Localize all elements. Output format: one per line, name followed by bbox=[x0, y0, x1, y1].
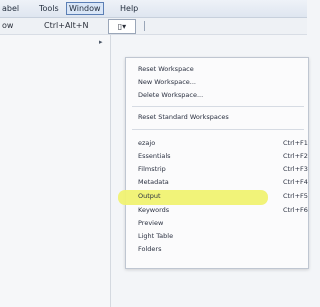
menu-item-label: Light Table bbox=[138, 232, 174, 240]
menu-item-shortcut: Ctrl+F3 bbox=[283, 165, 308, 173]
menu-item-label: Essentials bbox=[138, 152, 171, 160]
menu-item-reset-standard-workspaces[interactable]: Reset Standard Workspaces bbox=[126, 112, 308, 125]
menu-label[interactable]: abel bbox=[0, 3, 21, 14]
menu-item-output[interactable]: Output Ctrl+F5 bbox=[118, 190, 308, 205]
menu-item-label: Metadata bbox=[138, 178, 169, 186]
toolbar: ow Ctrl+Alt+N bbox=[0, 18, 307, 35]
menu-item-shortcut: Ctrl+F1 bbox=[283, 139, 308, 147]
menu-item-label: Keywords bbox=[138, 206, 170, 214]
menu-item-label: Delete Workspace... bbox=[138, 91, 204, 99]
menu-item-light-table[interactable]: Light Table bbox=[126, 231, 308, 244]
menu-item-essentials[interactable]: Essentials Ctrl+F2 bbox=[126, 151, 308, 164]
menu-separator bbox=[132, 106, 304, 107]
menu-item-label: New Workspace... bbox=[138, 78, 196, 86]
menu-item-shortcut: Ctrl+F6 bbox=[283, 206, 308, 214]
menu-help[interactable]: Help bbox=[118, 3, 140, 14]
menu-item-label: Preview bbox=[138, 219, 164, 227]
menu-item-preview[interactable]: Preview bbox=[126, 218, 308, 231]
menu-item-shortcut: Ctrl+F5 bbox=[283, 192, 308, 200]
menu-item-reset-workspace[interactable]: Reset Workspace bbox=[126, 64, 308, 77]
menu-item-label: Reset Workspace bbox=[138, 65, 194, 73]
window-menu-dropdown: Reset Workspace New Workspace... Delete … bbox=[118, 57, 309, 269]
menu-item-delete-workspace[interactable]: Delete Workspace... bbox=[126, 90, 308, 103]
toolbar-shortcut-text: Ctrl+Alt+N bbox=[44, 21, 89, 30]
menu-item-label: Output bbox=[138, 192, 161, 200]
menu-item-keywords[interactable]: Keywords Ctrl+F6 bbox=[126, 205, 308, 218]
menu-item-label: Reset Standard Workspaces bbox=[138, 113, 229, 121]
menu-item-shortcut: Ctrl+F2 bbox=[283, 152, 308, 160]
menu-bar: abel Tools Window Help bbox=[0, 0, 307, 18]
toolbar-divider bbox=[144, 21, 145, 31]
menu-window[interactable]: Window bbox=[66, 2, 104, 15]
menu-item-label: ezajo bbox=[138, 139, 156, 147]
menu-tools[interactable]: Tools bbox=[37, 3, 61, 14]
menu-separator bbox=[132, 129, 304, 130]
menu-item-filmstrip[interactable]: Filmstrip Ctrl+F3 bbox=[126, 164, 308, 177]
menu-item-folders[interactable]: Folders bbox=[126, 244, 308, 257]
left-panel bbox=[0, 35, 111, 307]
menu-item-label: Filmstrip bbox=[138, 165, 166, 173]
menu-item-label: Folders bbox=[138, 245, 162, 253]
menu-item-shortcut: Ctrl+F4 bbox=[283, 178, 308, 186]
new-window-button[interactable]: ▯▾ bbox=[108, 19, 136, 34]
menu-item-ezajo[interactable]: ezajo Ctrl+F1 bbox=[126, 138, 308, 151]
menu-item-metadata[interactable]: Metadata Ctrl+F4 bbox=[126, 177, 308, 190]
submenu-arrow-icon: ▸ bbox=[99, 38, 103, 46]
menu-item-new-workspace[interactable]: New Workspace... bbox=[126, 77, 308, 90]
toolbar-left-text: ow bbox=[2, 21, 14, 30]
